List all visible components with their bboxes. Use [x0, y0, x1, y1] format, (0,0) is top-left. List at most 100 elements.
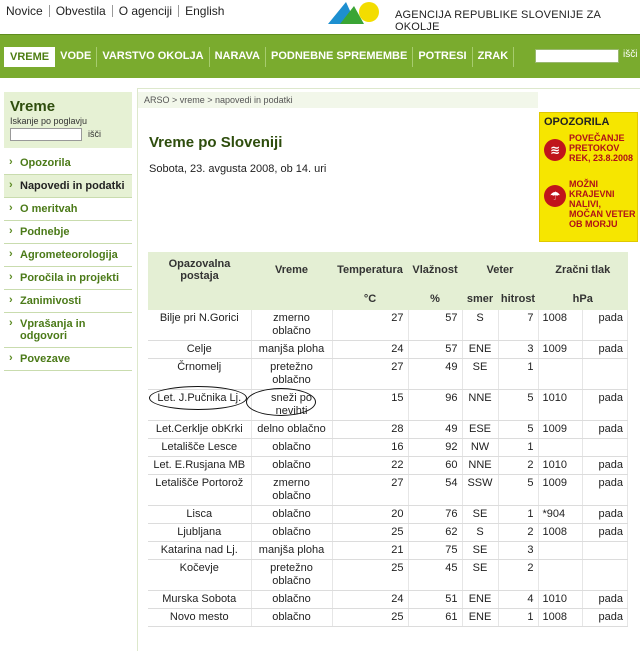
humidity-cell-text: 75: [445, 544, 458, 556]
sidebar-item[interactable]: Agrometeorologija: [4, 244, 132, 267]
pressure-trend-cell: pada: [582, 608, 628, 627]
pressure-cell-text: 1008: [542, 526, 567, 538]
arso-logo[interactable]: [326, 0, 380, 26]
header-wind: Veter: [462, 252, 538, 288]
wind-speed-cell: 2: [498, 559, 539, 591]
wind-dir-cell-text: NNE: [468, 392, 492, 404]
main-nav: VREME VODE VARSTVO OKOLJA NARAVA PODNEBNE SP…: [0, 34, 640, 78]
sidebar-item[interactable]: Vprašanja in odgovori: [4, 313, 132, 348]
sidebar-item[interactable]: Povezave: [4, 348, 132, 371]
humidity-cell: 60: [408, 456, 463, 475]
temperature-cell: 27: [332, 358, 409, 390]
pressure-cell: 1009: [538, 420, 584, 439]
sidebar-item[interactable]: Poročila in projekti: [4, 267, 132, 290]
pressure-cell: 1010: [538, 590, 584, 609]
pressure-cell: 1009: [538, 474, 584, 506]
nav-item-potresi[interactable]: POTRESI: [413, 47, 473, 67]
nav-item-vode[interactable]: VODE: [55, 47, 98, 67]
station-cell: Ljubljana: [148, 523, 252, 542]
top-link-novice[interactable]: Novice: [0, 5, 50, 17]
site-search-input[interactable]: [535, 49, 619, 63]
wind-speed-cell: 1: [498, 438, 539, 457]
temperature-cell-text: 25: [391, 526, 404, 538]
top-link-o-agenciji[interactable]: O agenciji: [113, 5, 180, 17]
wind-dir-cell: S: [462, 523, 499, 542]
weather-cell: oblačno: [251, 608, 333, 627]
wind-dir-cell: ESE: [462, 420, 499, 439]
station-cell: Celje: [148, 340, 252, 359]
humidity-cell: 76: [408, 505, 463, 524]
pressure-trend-cell-text: pada: [598, 423, 623, 435]
humidity-cell: 92: [408, 438, 463, 457]
station-cell-text: Črnomelj: [177, 361, 222, 373]
wind-speed-cell: 2: [498, 456, 539, 475]
pressure-cell: 1008: [538, 310, 584, 341]
wind-speed-cell-text: 1: [527, 611, 534, 623]
sidebar-item[interactable]: Napovedi in podatki: [4, 175, 132, 198]
top-link-obvestila[interactable]: Obvestila: [50, 5, 113, 17]
table-row: Lisca oblačno 20 76 SE 1 *904 pada: [148, 505, 628, 524]
unit-wind-speed: hitrost: [498, 288, 538, 310]
temperature-cell-text: 24: [391, 343, 404, 355]
pressure-cell-text: 1010: [542, 392, 567, 404]
wind-speed-cell-text: 2: [527, 526, 534, 538]
header-weather: Vreme: [251, 252, 332, 288]
pressure-cell-text: 1010: [542, 593, 567, 605]
warning-text[interactable]: MOŽNI KRAJEVNI NALIVI, MOČAN VETER OB MO…: [566, 179, 636, 229]
sidebar-item[interactable]: O meritvah: [4, 198, 132, 221]
pressure-cell-text: *904: [542, 508, 566, 520]
weather-cell: zmerno oblačno: [251, 310, 333, 341]
pressure-cell: [538, 559, 584, 591]
top-link-english[interactable]: English: [179, 5, 230, 17]
nav-item-podnebne-spremembe[interactable]: PODNEBNE SPREMEMBE: [266, 47, 414, 67]
humidity-cell: 54: [408, 474, 463, 506]
storm-warning-icon: ☂: [544, 185, 566, 207]
sidebar-item[interactable]: Podnebje: [4, 221, 132, 244]
pressure-trend-cell: [582, 541, 628, 560]
header-pressure: Zračni tlak: [538, 252, 628, 288]
weather-cell: oblačno: [251, 590, 333, 609]
station-cell-text: Lisca: [186, 508, 213, 520]
table-row: Črnomelj pretežno oblačno 27 49 SE 1: [148, 358, 628, 390]
warning-item[interactable]: ☂ MOŽNI KRAJEVNI NALIVI, MOČAN VETER OB …: [544, 179, 636, 229]
station-cell: Letališče Portorož: [148, 474, 252, 506]
humidity-cell: 62: [408, 523, 463, 542]
temperature-cell-text: 28: [391, 423, 404, 435]
unit-empty: [251, 288, 332, 310]
wind-dir-cell-text: SE: [472, 562, 488, 574]
pressure-trend-cell: pada: [582, 420, 628, 439]
humidity-cell-text: 92: [445, 441, 458, 453]
table-row: Let. E.Rusjana MB oblačno 22 60 NNE 2 1010 pada: [148, 456, 628, 475]
humidity-cell-text: 96: [445, 392, 458, 404]
pressure-cell: 1008: [538, 608, 584, 627]
section-search-input[interactable]: [10, 128, 82, 141]
warning-item[interactable]: ≋ POVEČANJE PRETOKOV REK, 23.8.2008: [544, 133, 636, 163]
annotation-circle: [149, 386, 247, 410]
wind-dir-cell-text: NW: [470, 441, 490, 453]
humidity-cell-text: 45: [445, 562, 458, 574]
section-search-button[interactable]: išči: [88, 129, 101, 139]
temperature-cell: 20: [332, 505, 409, 524]
sidebar-item[interactable]: Opozorila: [4, 152, 132, 175]
temperature-cell: 24: [332, 340, 409, 359]
nav-item-vreme[interactable]: VREME: [4, 47, 56, 67]
wind-speed-cell: 5: [498, 420, 539, 439]
temperature-cell: 27: [332, 474, 409, 506]
wind-speed-cell-text: 1: [527, 508, 534, 520]
pressure-trend-cell: pada: [582, 523, 628, 542]
humidity-cell-text: 76: [445, 508, 458, 520]
wind-dir-cell: SE: [462, 505, 499, 524]
weather-cell: oblačno: [251, 505, 333, 524]
wind-dir-cell-text: SE: [472, 544, 488, 556]
warning-text[interactable]: POVEČANJE PRETOKOV REK, 23.8.2008: [566, 133, 636, 163]
nav-item-narava[interactable]: NARAVA: [210, 47, 267, 67]
pressure-cell: *904: [538, 505, 584, 524]
sidebar-item[interactable]: Zanimivosti: [4, 290, 132, 313]
station-cell-text: Katarina nad Lj.: [160, 544, 238, 556]
site-search-button[interactable]: išči: [623, 49, 637, 60]
station-cell: Črnomelj: [148, 358, 252, 390]
table-row: Murska Sobota oblačno 24 51 ENE 4 1010 pada: [148, 590, 628, 609]
nav-item-zrak[interactable]: ZRAK: [473, 47, 515, 67]
weather-cell: sneži po nevihti: [245, 388, 333, 421]
nav-item-varstvo-okolja[interactable]: VARSTVO OKOLJA: [97, 47, 210, 67]
